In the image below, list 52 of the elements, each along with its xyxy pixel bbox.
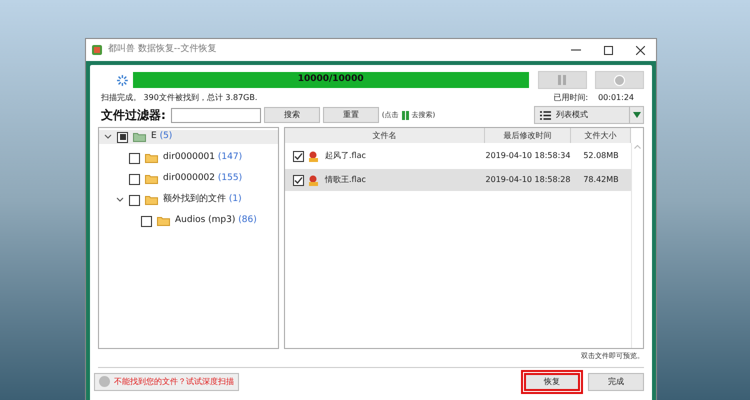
- reset-button[interactable]: 重置: [322, 107, 379, 123]
- spinner-icon: [116, 74, 129, 86]
- folder-icon: [145, 195, 158, 205]
- modified-time: 2019-04-10 18:58:28: [485, 174, 571, 186]
- search-button[interactable]: 搜索: [264, 107, 320, 123]
- file-name: 起风了.flac: [325, 150, 366, 162]
- close-icon[interactable]: [636, 46, 645, 54]
- checkbox[interactable]: [141, 216, 152, 226]
- caret-icon: [632, 112, 640, 118]
- column-header[interactable]: 文件大小: [571, 128, 631, 143]
- maximize-icon[interactable]: [604, 46, 613, 54]
- view-mode-dropdown[interactable]: 列表模式: [534, 106, 644, 124]
- app-logo-icon: [91, 44, 103, 56]
- tree-item[interactable]: dir0000002 (155): [163, 172, 242, 186]
- file-row[interactable]: 起风了.flac 2019-04-10 18:58:34 52.08MB: [285, 145, 631, 167]
- audio-file-icon: [308, 150, 319, 162]
- chevron-down-icon[interactable]: [104, 134, 112, 140]
- file-size: 52.08MB: [582, 150, 620, 162]
- tree-item[interactable]: E (5): [151, 130, 172, 144]
- window-title: 都叫兽 数据恢复--文件恢复: [108, 43, 216, 56]
- file-row[interactable]: 情歌王.flac 2019-04-10 18:58:28 78.42MB: [285, 169, 631, 191]
- progress-text: 10000/10000: [296, 73, 365, 86]
- tree-item[interactable]: Audios (mp3) (86): [175, 214, 257, 228]
- modified-time: 2019-04-10 18:58:34: [485, 150, 571, 162]
- checkbox[interactable]: [293, 174, 304, 186]
- folder-icon: [157, 216, 170, 226]
- checkbox[interactable]: [129, 194, 140, 206]
- filter-icon: [402, 110, 409, 120]
- scrollbar[interactable]: [631, 143, 643, 348]
- elapsed-time: 00:01:24: [598, 92, 634, 104]
- column-header[interactable]: 文件名: [285, 128, 485, 143]
- audio-file-icon: [308, 174, 319, 186]
- folder-icon: [145, 174, 158, 184]
- folder-icon: [133, 132, 146, 142]
- action-button[interactable]: 完成: [588, 372, 644, 390]
- chevron-down-icon[interactable]: [116, 197, 124, 203]
- elapsed-label: 已用时间:: [553, 92, 588, 104]
- filter-field[interactable]: [170, 108, 261, 122]
- checkbox[interactable]: [129, 174, 140, 184]
- checkbox[interactable]: [293, 150, 304, 162]
- list-icon: [540, 110, 551, 120]
- checkbox[interactable]: [129, 152, 140, 164]
- column-header[interactable]: 最后修改时间: [485, 128, 571, 143]
- folder-icon: [145, 153, 158, 163]
- tree-item[interactable]: 额外找到的文件 (1): [163, 193, 242, 207]
- checkbox[interactable]: [117, 132, 128, 142]
- scan-status: 扫描完成。 390文件被找到，总计 3.87GB.: [101, 92, 258, 104]
- file-size: 78.42MB: [582, 174, 620, 186]
- tree-item[interactable]: dir0000001 (147): [163, 151, 242, 165]
- file-name: 情歌王.flac: [325, 174, 366, 186]
- filter-label: 文件过滤器:: [101, 107, 166, 124]
- deep-scan-button[interactable]: 不能找到您的文件？试试深度扫描: [94, 372, 239, 390]
